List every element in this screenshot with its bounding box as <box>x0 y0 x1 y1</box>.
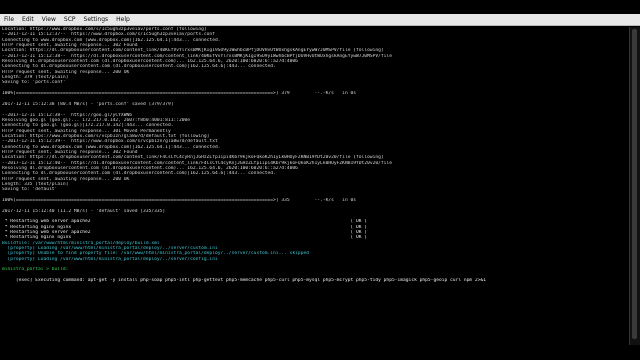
menu-bar: File Edit View SCP Settings Help <box>0 14 640 26</box>
vertical-scrollbar[interactable] <box>629 27 640 345</box>
terminal-output[interactable]: Location: https://www.dropbox.com/s/1c5u… <box>2 27 628 345</box>
menu-scp[interactable]: SCP <box>60 16 80 23</box>
menu-edit[interactable]: Edit <box>18 16 38 23</box>
menu-help[interactable]: Help <box>112 16 134 23</box>
terminal-window: File Edit View SCP Settings Help Locatio… <box>0 0 640 360</box>
scrollbar-thumb[interactable] <box>632 29 637 339</box>
menu-view[interactable]: View <box>38 16 60 23</box>
menu-settings[interactable]: Settings <box>80 16 113 23</box>
bottom-strip <box>0 346 640 360</box>
terminal-line: [exec] Executing command: apt-get -y ins… <box>2 278 486 284</box>
menu-file[interactable]: File <box>0 16 18 23</box>
